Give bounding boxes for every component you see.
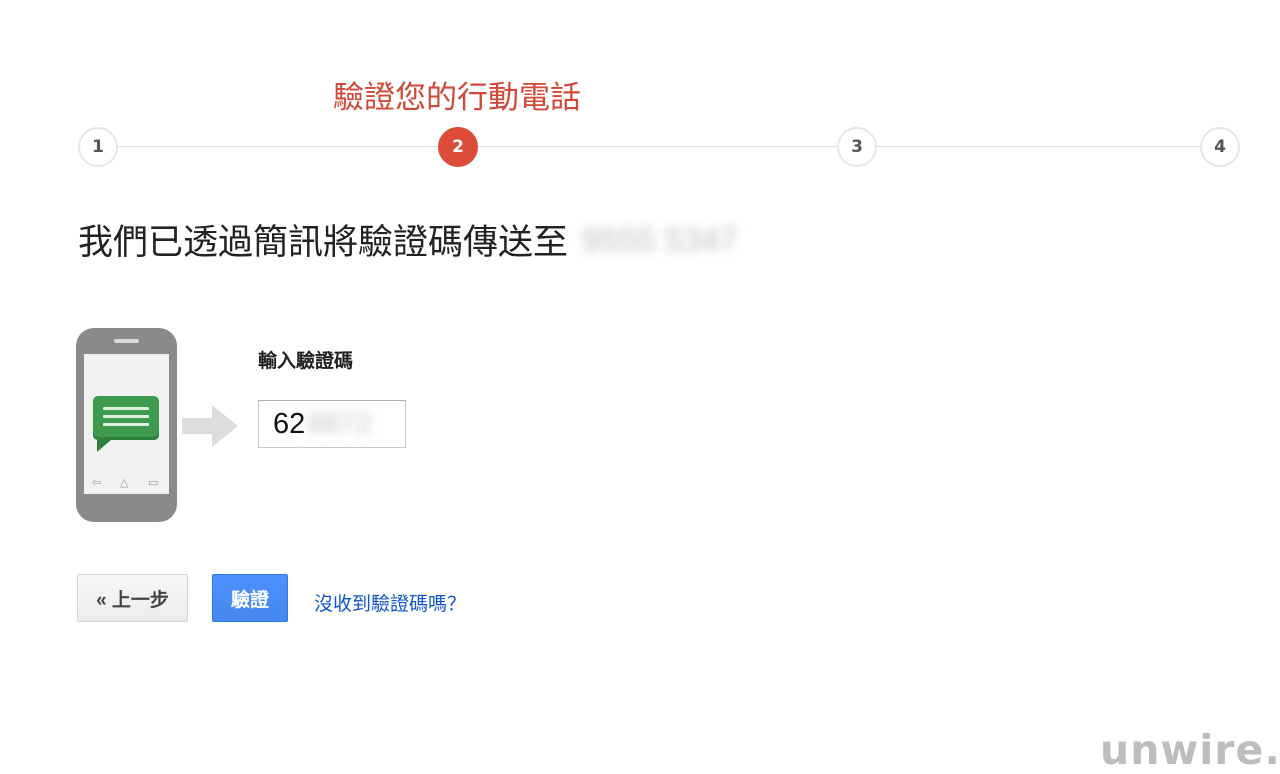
sms-sent-text: 我們已透過簡訊將驗證碼傳送至	[78, 223, 569, 262]
no-code-link[interactable]: 沒收到驗證碼嗎？	[314, 589, 466, 616]
bubble-line	[103, 423, 149, 426]
home-icon: △	[120, 476, 129, 489]
step-4-indicator: 4	[1200, 127, 1240, 167]
sms-sent-message: 我們已透過簡訊將驗證碼傳送至 9555 5347	[78, 214, 738, 265]
code-masked-digits: 8872	[307, 407, 372, 440]
watermark-logo: unwire.hk	[1100, 726, 1280, 774]
recent-apps-icon: ▭	[148, 476, 159, 489]
back-button[interactable]: « 上一步	[77, 574, 188, 622]
bubble-line	[103, 415, 149, 418]
step-2-indicator: 2	[438, 127, 478, 167]
step-title: 驗證您的行動電話	[333, 80, 581, 115]
step-3-indicator: 3	[837, 127, 877, 167]
code-input-label: 輸入驗證碼	[258, 351, 354, 372]
phone-screen	[84, 354, 169, 494]
chat-bubble-icon	[93, 396, 159, 440]
phone-icon: ⇦ △ ▭	[76, 328, 177, 522]
bubble-line	[103, 407, 149, 410]
chat-bubble-tail	[97, 440, 111, 452]
phone-speaker	[114, 339, 139, 343]
masked-phone-number: 9555 5347	[582, 220, 739, 258]
verification-code-input[interactable]: 62 8872	[258, 400, 406, 448]
arrow-right-icon	[182, 405, 238, 447]
stepper-line	[98, 146, 1220, 147]
code-visible-digits: 62	[273, 407, 306, 440]
back-icon: ⇦	[92, 476, 102, 489]
step-1-indicator: 1	[78, 127, 118, 167]
verify-button[interactable]: 驗證	[212, 574, 288, 622]
